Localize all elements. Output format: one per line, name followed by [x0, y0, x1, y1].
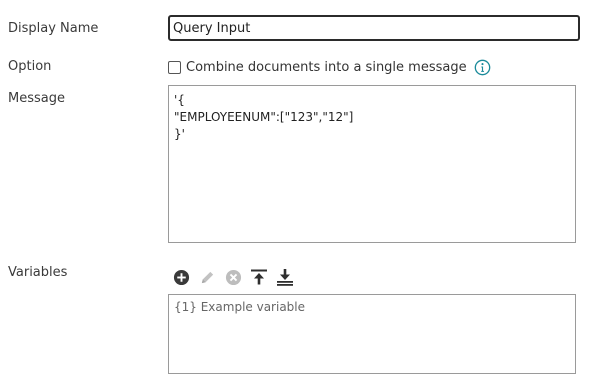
message-textarea[interactable]: '{ "EMPLOYEENUM":["123","12"] }' — [168, 85, 576, 243]
move-bottom-button[interactable] — [276, 268, 294, 286]
variables-toolbar — [172, 268, 294, 286]
move-top-button[interactable] — [250, 268, 268, 286]
display-name-label: Display Name — [8, 21, 99, 36]
edit-variable-button[interactable] — [198, 268, 216, 286]
variables-list[interactable]: {1} Example variable — [168, 294, 576, 374]
move-bottom-icon — [277, 269, 293, 286]
combine-documents-option[interactable]: Combine documents into a single message — [168, 58, 491, 76]
remove-variable-button[interactable] — [224, 268, 242, 286]
combine-documents-checkbox[interactable] — [168, 60, 181, 74]
display-name-input[interactable] — [168, 15, 580, 41]
add-icon — [173, 269, 189, 285]
variable-list-item[interactable]: {1} Example variable — [174, 300, 570, 314]
message-label: Message — [8, 91, 65, 106]
combine-documents-label: Combine documents into a single message — [186, 59, 467, 75]
option-label: Option — [8, 59, 52, 74]
edit-icon — [201, 271, 213, 283]
info-icon[interactable] — [474, 59, 491, 76]
variables-label: Variables — [8, 265, 68, 280]
move-top-icon — [251, 269, 267, 285]
remove-icon — [225, 269, 241, 285]
add-variable-button[interactable] — [172, 268, 190, 286]
